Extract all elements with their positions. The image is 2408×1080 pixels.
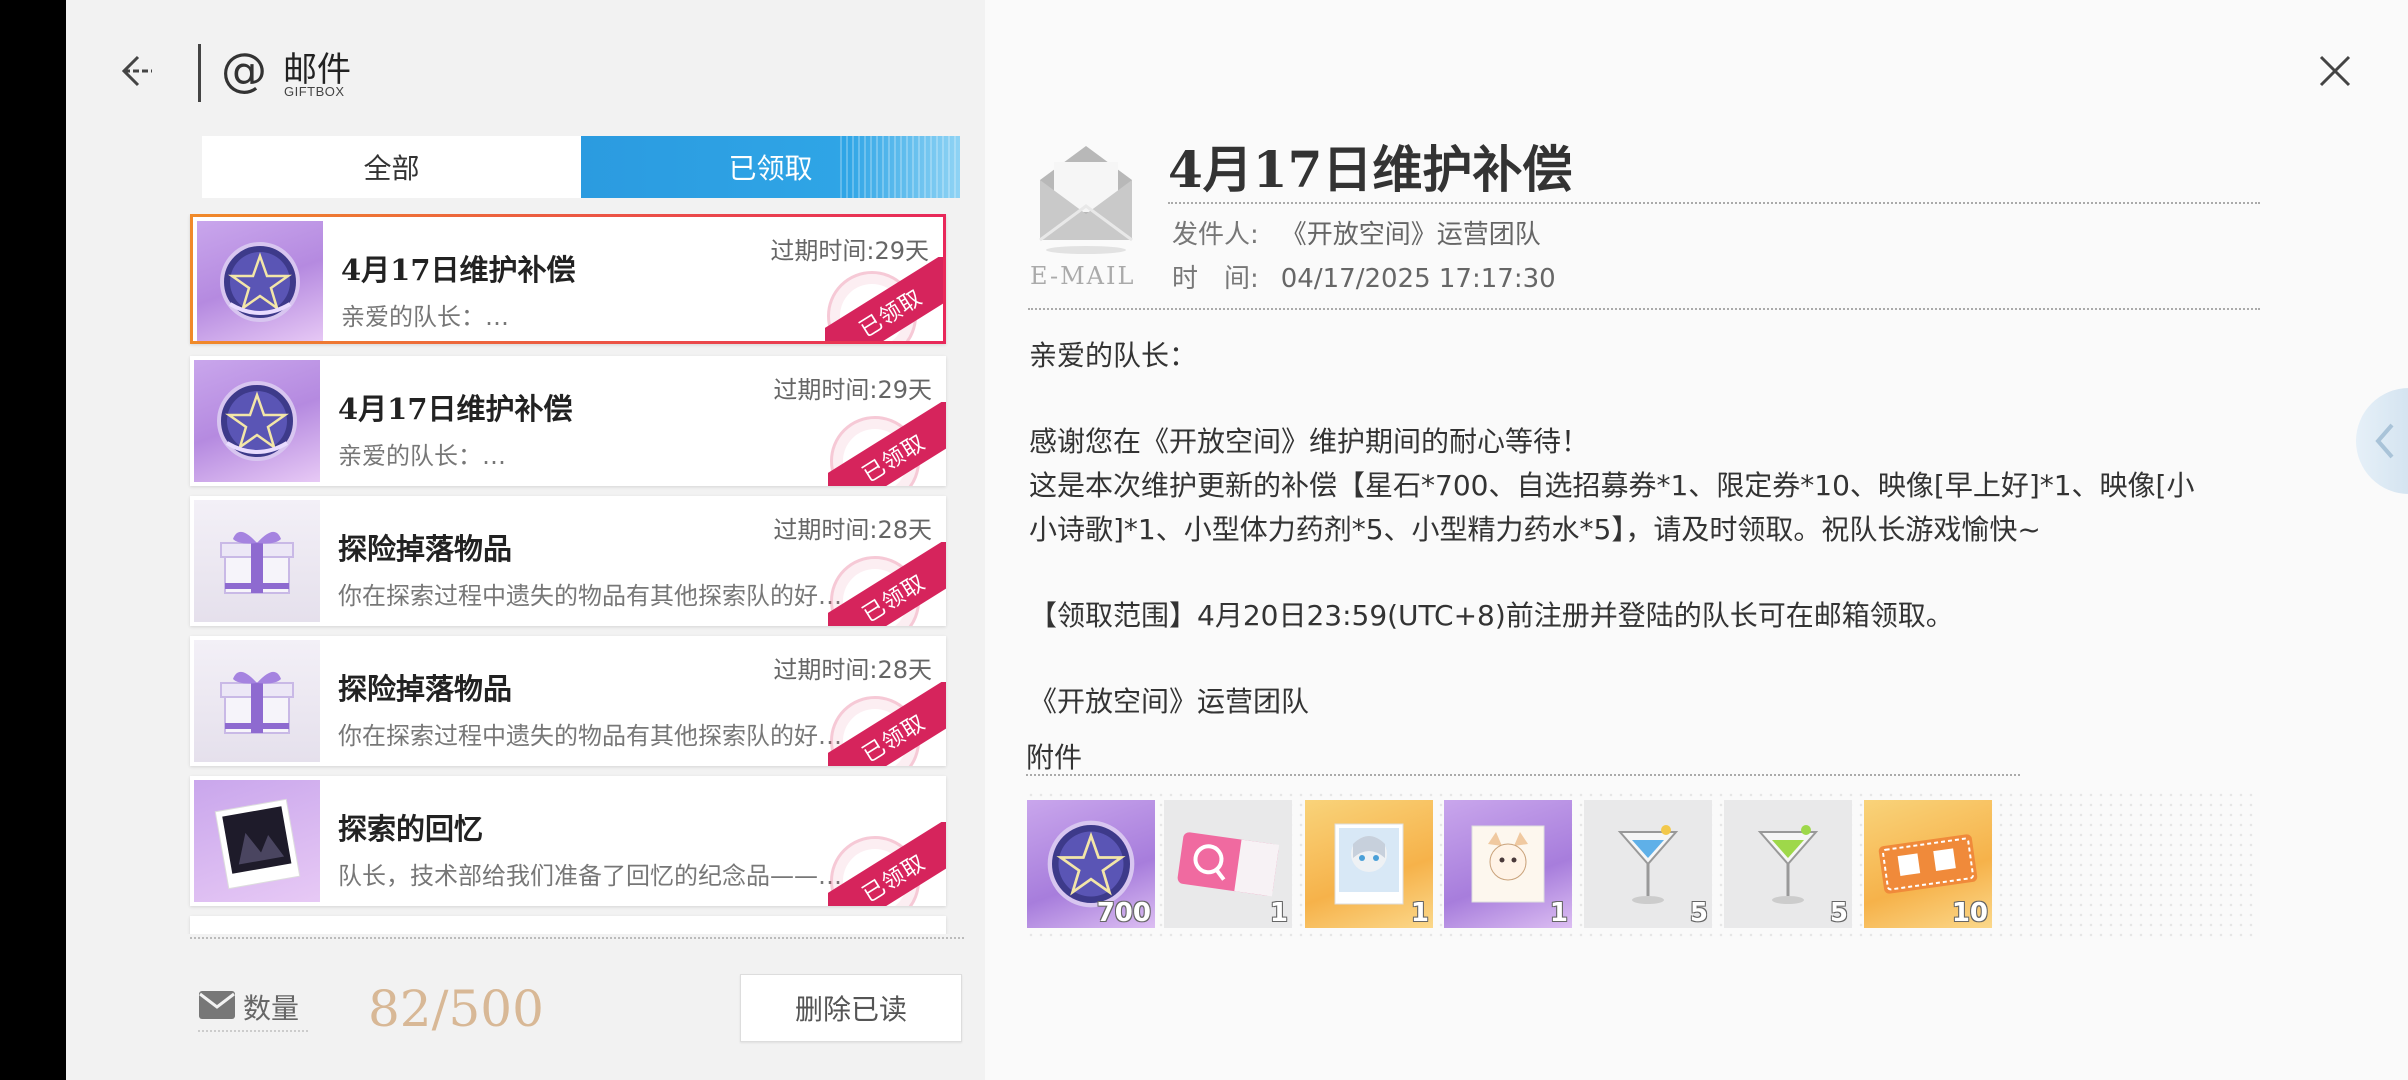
mail-preview: 你在探索过程中遗失的物品有其他探索队的好… <box>338 582 842 610</box>
mail-list[interactable]: 4月17日维护补偿 亲爱的队长：… 过期时间:29天 已领取 4月17日维护补偿… <box>186 214 952 934</box>
mail-body-line: 小诗歌]*1、小型体力药剂*5、小型精力药水*5】，请及时领取。祝队长游戏愉快~ <box>1029 513 2041 546</box>
mail-body-signature: 《开放空间》运营团队 <box>1029 685 1310 718</box>
mail-item[interactable]: 4月17日维护补偿 亲爱的队长：… 过期时间:29天 已领取 <box>190 356 946 486</box>
time-value: 04/17/2025 17:17:30 <box>1280 264 1556 294</box>
attachments-label: 附件 <box>1026 741 1083 774</box>
crystal-ball-icon <box>194 360 320 482</box>
mail-detail-title: 4月17日维护补偿 <box>1168 140 1573 199</box>
mail-preview: 亲爱的队长：… <box>341 303 509 331</box>
claimed-stamp: 已领取 <box>828 542 946 626</box>
time-row: 时 间: 04/17/2025 17:17:30 <box>1172 258 1556 295</box>
list-divider <box>190 937 964 939</box>
mail-expire-time: 过期时间:28天 <box>773 656 932 684</box>
envelope-icon <box>199 991 235 1019</box>
mail-preview: 你在探索过程中遗失的物品有其他探索队的好… <box>338 722 842 750</box>
close-icon <box>2319 55 2351 87</box>
at-sign-icon: @ <box>221 43 267 97</box>
attachments-divider <box>1026 774 2020 776</box>
left-black-border <box>0 0 66 1080</box>
image-card-poem-icon[interactable]: 1 <box>1444 800 1572 928</box>
mail-item[interactable]: 4月17日维护补偿 亲爱的队长：… 过期时间:29天 已领取 <box>190 214 946 344</box>
delete-read-button[interactable]: 删除已读 <box>740 974 962 1042</box>
image-card-morning-icon[interactable]: 1 <box>1305 800 1433 928</box>
mail-preview: 队长，技术部给我们准备了回忆的纪念品——… <box>338 862 842 890</box>
mail-count-value: 82/500 <box>368 980 544 1038</box>
gift-box-icon <box>194 500 320 622</box>
limited-ticket-icon[interactable]: 10 <box>1864 800 1992 928</box>
mail-body-greeting: 亲爱的队长： <box>1029 339 1198 372</box>
tab-claimed[interactable]: 已领取 <box>581 136 960 198</box>
sender-value: 《开放空间》运营团队 <box>1280 220 1541 250</box>
sender-row: 发件人: 《开放空间》运营团队 <box>1172 214 1541 251</box>
meta-divider <box>1028 308 2260 310</box>
sender-label: 发件人: <box>1172 220 1259 250</box>
attachment-quantity: 700 <box>1096 898 1151 928</box>
claimed-stamp: 已领取 <box>825 257 943 341</box>
attachment-quantity: 1 <box>1549 898 1568 928</box>
claimed-stamp: 已领取 <box>828 822 946 906</box>
mail-expire-time: 过期时间:29天 <box>773 376 932 404</box>
energy-potion-icon[interactable]: 5 <box>1724 800 1852 928</box>
mail-title: 4月17日维护补偿 <box>341 253 576 287</box>
header-divider <box>198 44 201 102</box>
page-subtitle: GIFTBOX <box>284 84 345 99</box>
crystal-ball-icon <box>197 221 323 341</box>
attachment-quantity: 5 <box>1829 898 1848 928</box>
open-envelope-icon <box>1039 146 1133 254</box>
mail-tabs: 全部 已领取 <box>202 136 960 198</box>
attachment-quantity: 1 <box>1410 898 1429 928</box>
mail-item[interactable] <box>190 916 946 934</box>
recruit-ticket-icon[interactable]: 1 <box>1164 800 1292 928</box>
chevron-left-icon <box>2375 423 2394 459</box>
attachment-quantity: 10 <box>1951 898 1988 928</box>
mail-body-line: 【领取范围】4月20日23:59(UTC+8)前注册并登陆的队长可在邮箱领取。 <box>1029 599 1954 632</box>
attachment-quantity: 1 <box>1269 898 1288 928</box>
stamina-potion-icon[interactable]: 5 <box>1584 800 1712 928</box>
count-underline <box>198 1030 308 1032</box>
star-stone-icon[interactable]: 700 <box>1027 800 1155 928</box>
claimed-stamp: 已领取 <box>828 402 946 486</box>
mail-expire-time: 过期时间:28天 <box>773 516 932 544</box>
back-arrow-icon <box>121 55 152 87</box>
mail-item[interactable]: 探索的回忆 队长，技术部给我们准备了回忆的纪念品——… 已领取 <box>190 776 946 906</box>
memory-photo-icon <box>194 780 320 902</box>
title-divider <box>1168 202 2260 204</box>
mail-title: 4月17日维护补偿 <box>338 392 573 426</box>
mail-title: 探索的回忆 <box>338 812 484 846</box>
tab-all[interactable]: 全部 <box>202 136 581 198</box>
attachment-quantity: 5 <box>1689 898 1708 928</box>
close-button[interactable] <box>2310 46 2360 96</box>
mail-body-line: 这是本次维护更新的补偿【星石*700、自选招募券*1、限定券*10、映像[早上好… <box>1029 469 2195 502</box>
mail-preview: 亲爱的队长：… <box>338 442 506 470</box>
claimed-stamp: 已领取 <box>828 682 946 766</box>
gift-box-icon <box>194 640 320 762</box>
mail-title: 探险掉落物品 <box>338 672 513 706</box>
back-button[interactable] <box>110 45 162 97</box>
mail-count-label: 数量 <box>243 992 300 1025</box>
email-label: E-MAIL <box>1030 262 1136 290</box>
mail-title: 探险掉落物品 <box>338 532 513 566</box>
mail-item[interactable]: 探险掉落物品 你在探索过程中遗失的物品有其他探索队的好… 过期时间:28天 已领… <box>190 496 946 626</box>
time-label: 时 间: <box>1172 264 1259 294</box>
mail-item[interactable]: 探险掉落物品 你在探索过程中遗失的物品有其他探索队的好… 过期时间:28天 已领… <box>190 636 946 766</box>
mail-body-line: 感谢您在《开放空间》维护期间的耐心等待！ <box>1029 425 1590 458</box>
